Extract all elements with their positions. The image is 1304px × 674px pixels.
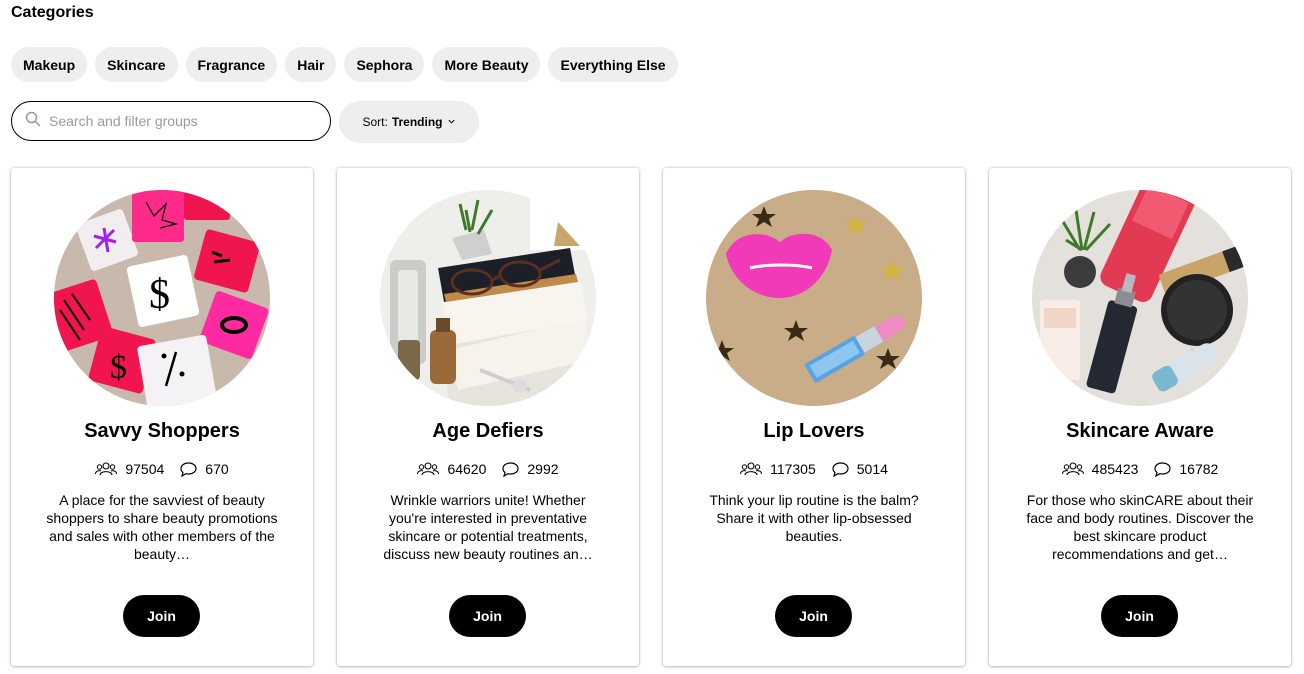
member-count: 64620 (447, 461, 487, 477)
group-title: Skincare Aware (1066, 420, 1214, 442)
join-button[interactable]: Join (123, 595, 200, 637)
group-title: Age Defiers (432, 420, 544, 442)
group-card: Lip Lovers 117305 5014 Think your lip ro… (663, 168, 965, 666)
skincare-products-image (1032, 190, 1248, 406)
member-count: 117305 (770, 461, 816, 477)
group-card: Age Defiers 64620 2992 Wrinkle warriors … (337, 168, 639, 666)
members-icon (1061, 462, 1084, 476)
price-tags-image: $ $ (54, 190, 270, 406)
chip-makeup[interactable]: Makeup (11, 47, 88, 82)
members-icon (740, 462, 763, 476)
chip-more-beauty[interactable]: More Beauty (432, 47, 541, 82)
group-title: Lip Lovers (763, 420, 865, 442)
lips-lipstick-image (706, 190, 922, 406)
comment-icon (180, 461, 197, 477)
member-count: 485423 (1091, 461, 1139, 477)
chevron-down-icon (443, 115, 456, 129)
group-description: Think your lip routine is the balm? Shar… (709, 492, 919, 544)
group-card: Skincare Aware 485423 16782 For those wh… (989, 168, 1291, 666)
group-title: Savvy Shoppers (84, 420, 240, 442)
sort-label: Sort: (362, 115, 388, 129)
comment-icon (1154, 461, 1171, 477)
group-description: Wrinkle warriors unite! Whether you're i… (383, 492, 593, 562)
sort-value: Trending (391, 115, 443, 129)
chip-everything-else[interactable]: Everything Else (548, 47, 678, 82)
svg-text:$: $ (110, 349, 127, 386)
comment-icon (832, 461, 849, 477)
group-stats: 97504 670 (11, 461, 313, 477)
member-count: 97504 (125, 461, 165, 477)
chip-hair[interactable]: Hair (285, 47, 337, 82)
comment-count: 2992 (527, 461, 559, 477)
join-button[interactable]: Join (1101, 595, 1178, 637)
group-card: $ $ Savvy Shoppers 97504 670 A place for… (11, 168, 313, 666)
search-icon (25, 111, 41, 132)
sort-dropdown[interactable]: Sort: Trending (339, 101, 479, 143)
page-title: Categories (11, 4, 94, 21)
comment-count: 5014 (856, 461, 888, 477)
members-icon (417, 462, 440, 476)
group-stats: 117305 5014 (663, 461, 965, 477)
members-icon (95, 462, 118, 476)
group-description: For those who skinCARE about their face … (1026, 492, 1254, 562)
group-description: A place for the savviest of beauty shopp… (46, 492, 278, 562)
chip-fragrance[interactable]: Fragrance (185, 47, 278, 82)
category-chips: Makeup Skincare Fragrance Hair Sephora M… (11, 47, 678, 82)
join-button[interactable]: Join (775, 595, 852, 637)
search-box[interactable] (11, 101, 331, 141)
group-stats: 64620 2992 (337, 461, 639, 477)
comment-icon (502, 461, 519, 477)
chip-skincare[interactable]: Skincare (95, 47, 178, 82)
search-input[interactable] (49, 113, 309, 129)
books-glasses-image (380, 190, 596, 406)
svg-text:$: $ (149, 272, 170, 318)
chip-sephora[interactable]: Sephora (344, 47, 425, 82)
join-button[interactable]: Join (449, 595, 526, 637)
comment-count: 670 (205, 461, 229, 477)
comment-count: 16782 (1179, 461, 1219, 477)
group-stats: 485423 16782 (989, 461, 1291, 477)
